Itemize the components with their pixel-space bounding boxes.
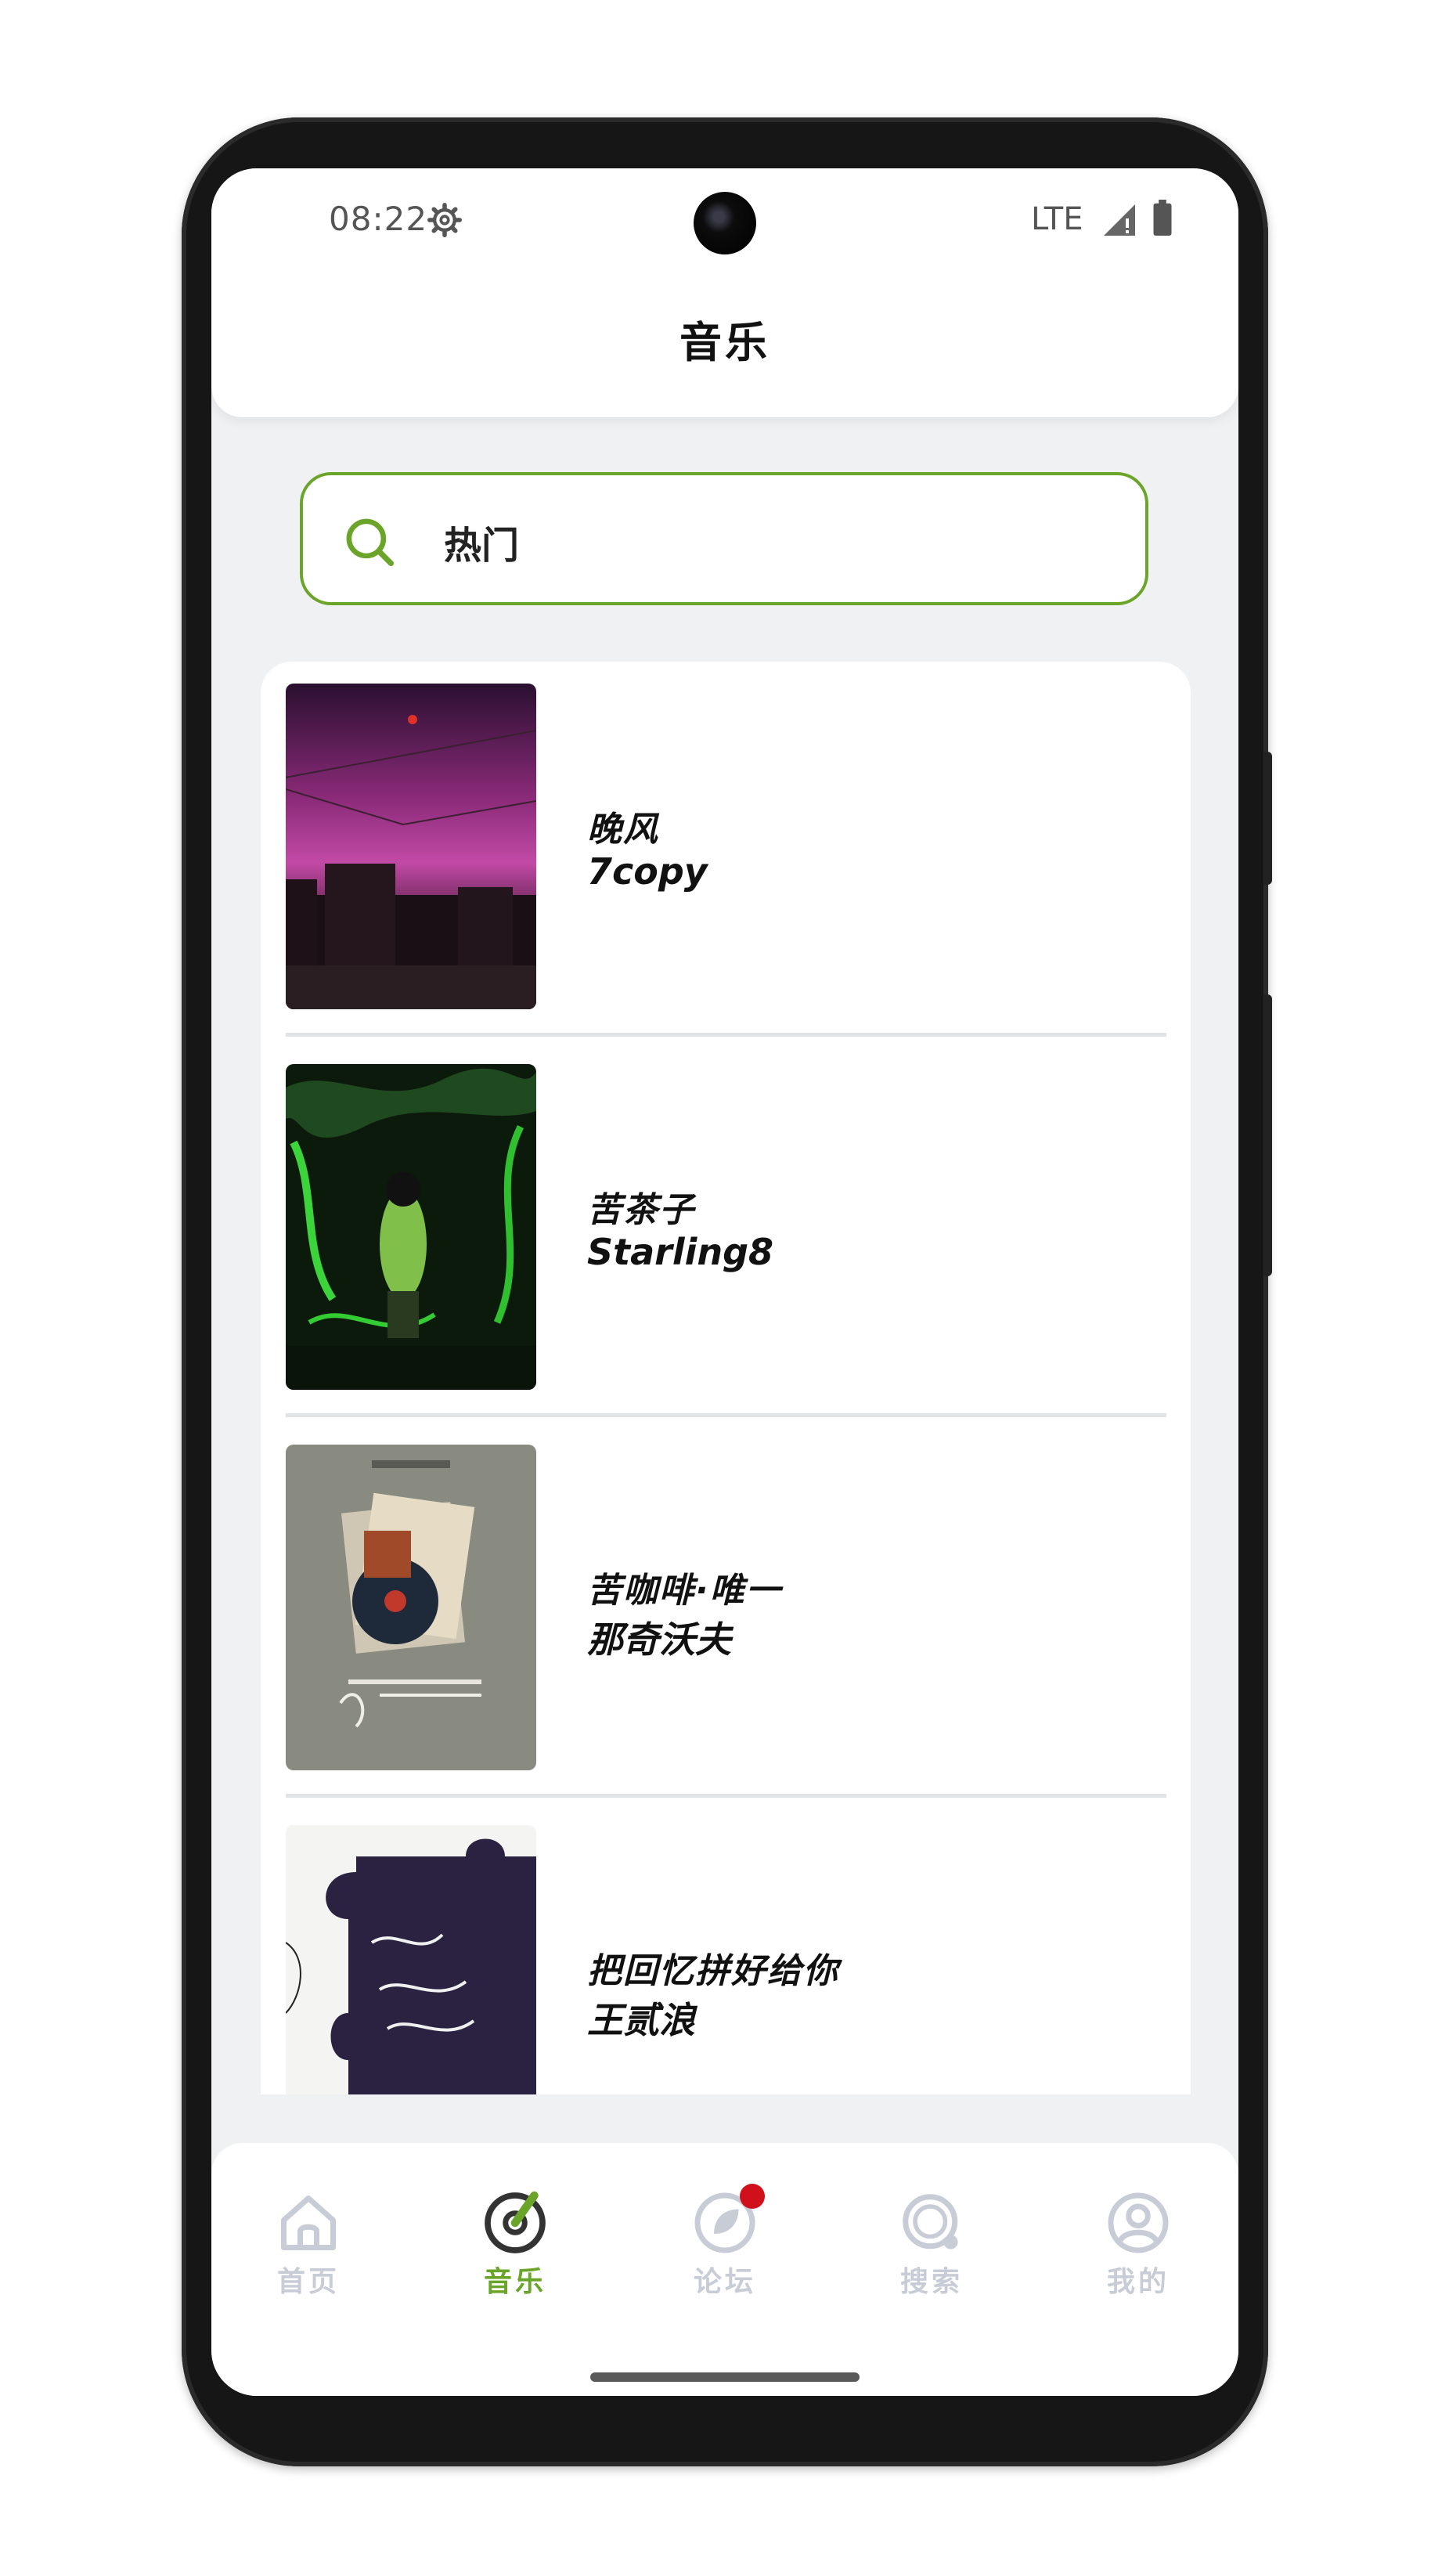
nav-item-search[interactable]: 搜索 — [853, 2190, 1010, 2307]
music-disc-icon — [485, 2191, 546, 2253]
divider — [286, 1413, 1166, 1417]
song-title: 把回忆拼好给你 — [587, 1951, 839, 1991]
search-value: 热门 — [444, 524, 520, 568]
nav-label: 搜索 — [899, 2266, 963, 2298]
signal-icon — [1104, 204, 1135, 236]
nav-label: 论坛 — [693, 2266, 756, 2298]
battery-icon — [1153, 200, 1172, 236]
song-artist: 王贰浪 — [587, 1999, 695, 2041]
nav-item-home[interactable]: 首页 — [230, 2190, 387, 2307]
notification-badge — [740, 2184, 765, 2209]
list-item[interactable]: 把回忆拼好给你 王贰浪 — [286, 1825, 1166, 2094]
front-camera — [694, 192, 756, 254]
network-type: LTE — [1031, 201, 1083, 237]
home-indicator[interactable] — [590, 2372, 860, 2382]
app-screen: 08:22 LTE 音乐 热门 晚风 7copy 苦茶子 Starling8 苦… — [211, 168, 1238, 2396]
nav-item-music[interactable]: 音乐 — [437, 2190, 593, 2307]
list-item[interactable]: 苦茶子 Starling8 — [286, 1064, 1166, 1445]
song-list: 晚风 7copy 苦茶子 Starling8 苦咖啡·唯一 那奇沃夫 把回忆拼好… — [261, 662, 1191, 2094]
bottom-nav: 首页 音乐 论坛 搜索 我的 — [211, 2143, 1238, 2396]
dusk-city-cover — [286, 684, 536, 1009]
green-jungle-cover — [286, 1064, 536, 1390]
phone-side-button — [1264, 752, 1272, 885]
nav-item-profile[interactable]: 我的 — [1060, 2190, 1217, 2307]
home-icon — [281, 2195, 336, 2250]
page-title: 音乐 — [679, 318, 770, 367]
song-artist: 7copy — [587, 850, 708, 893]
song-title: 晚风 — [587, 810, 659, 850]
puzzle-cover — [286, 1825, 536, 2094]
search-icon — [903, 2194, 958, 2249]
search-icon — [346, 518, 395, 567]
top-bar: 08:22 LTE 音乐 — [211, 168, 1238, 417]
song-title: 苦咖啡·唯一 — [587, 1571, 782, 1611]
list-item[interactable]: 苦咖啡·唯一 那奇沃夫 — [286, 1445, 1166, 1825]
nav-label: 首页 — [276, 2266, 340, 2298]
search-input[interactable]: 热门 — [300, 472, 1148, 605]
nav-label: 音乐 — [483, 2266, 546, 2298]
gear-icon — [427, 203, 462, 237]
nav-item-forum[interactable]: 论坛 — [647, 2184, 803, 2307]
profile-icon — [1108, 2192, 1169, 2253]
list-item[interactable]: 晚风 7copy — [286, 684, 1166, 1064]
phone-volume-button — [1264, 994, 1272, 1276]
divider — [286, 1794, 1166, 1798]
song-title: 苦茶子 — [587, 1190, 695, 1230]
song-artist: 那奇沃夫 — [587, 1618, 731, 1661]
status-time: 08:22 — [329, 200, 428, 238]
divider — [286, 1033, 1166, 1037]
miss-you-records-cover — [286, 1445, 536, 1770]
nav-label: 我的 — [1106, 2266, 1170, 2298]
song-artist: Starling8 — [587, 1231, 774, 1273]
